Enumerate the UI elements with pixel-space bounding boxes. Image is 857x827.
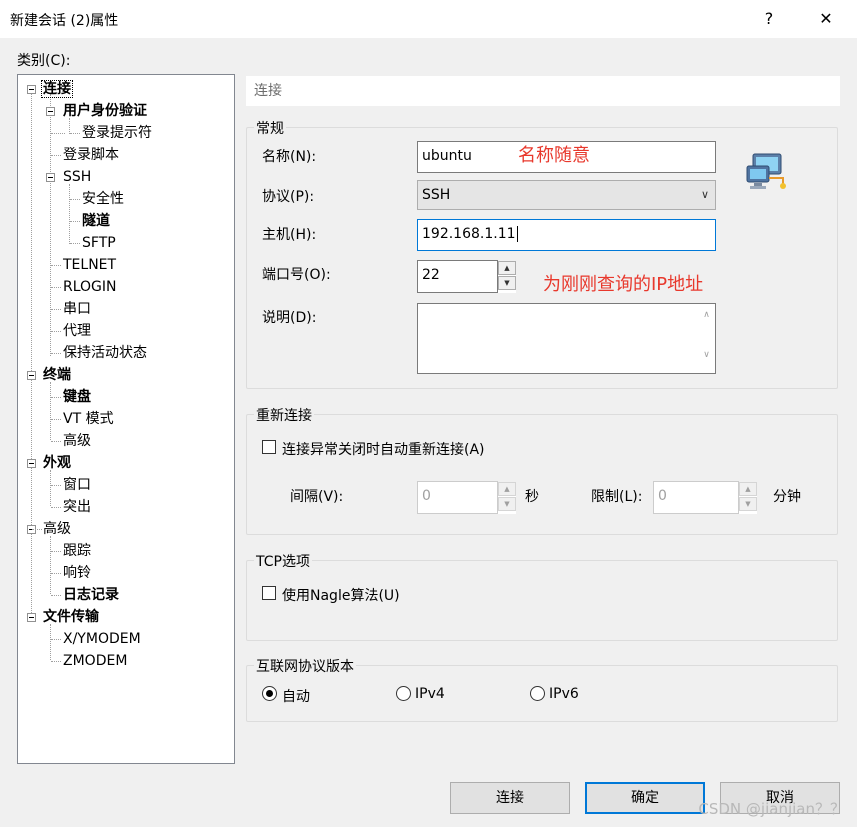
spin-up-icon[interactable]: ▲ <box>498 482 516 496</box>
ip-auto-radio[interactable] <box>262 686 277 701</box>
section-header: 连接 <box>246 76 840 106</box>
tree-item-bell[interactable]: 响铃 <box>62 563 92 583</box>
host-input[interactable]: 192.168.1.11 <box>417 219 716 251</box>
ipv4-radio[interactable] <box>396 686 411 701</box>
expander-icon[interactable] <box>27 371 36 380</box>
limit-input[interactable]: 0 <box>653 481 739 514</box>
spin-down-icon[interactable]: ▼ <box>739 497 757 511</box>
port-spinner[interactable]: ▲ ▼ <box>498 261 516 293</box>
nagle-label: 使用Nagle算法(U) <box>282 588 400 604</box>
category-tree[interactable]: 连接 用户身份验证 登录提示符 登录脚本 SSH 安全性 隧道 SFTP TEL… <box>17 74 235 764</box>
ipv6-radio[interactable] <box>530 686 545 701</box>
general-group-title: 常规 <box>254 118 286 138</box>
protocol-select-value: SSH <box>422 187 451 203</box>
close-button[interactable]: ✕ <box>811 6 841 32</box>
tree-item-ssh[interactable]: SSH <box>62 167 92 187</box>
description-textarea[interactable]: ∧ ∨ <box>417 303 716 374</box>
tcp-group-title: TCP选项 <box>254 551 312 571</box>
ipv4-label: IPv4 <box>415 686 445 702</box>
tree-item-file-transfer[interactable]: 文件传输 <box>42 607 100 627</box>
host-label: 主机(H): <box>262 227 317 243</box>
tree-item-sftp[interactable]: SFTP <box>81 233 117 253</box>
interval-label: 间隔(V): <box>290 489 344 505</box>
scroll-down-icon[interactable]: ∨ <box>698 350 715 360</box>
chevron-down-icon: ∨ <box>700 188 709 201</box>
port-annotation: 为刚刚查询的IP地址 <box>543 274 704 295</box>
help-button[interactable]: ? <box>754 6 784 32</box>
expander-icon[interactable] <box>27 459 36 468</box>
textarea-scrollbar[interactable]: ∧ ∨ <box>698 304 715 373</box>
connect-button[interactable]: 连接 <box>450 782 570 814</box>
reconnect-group-title: 重新连接 <box>254 405 314 425</box>
reconnect-group <box>246 414 838 535</box>
tree-item-terminal-advanced[interactable]: 高级 <box>62 431 92 451</box>
tree-item-rlogin[interactable]: RLOGIN <box>62 277 118 297</box>
name-annotation: 名称随意 <box>518 145 590 166</box>
ip-auto-label: 自动 <box>282 689 310 705</box>
tree-item-connection[interactable]: 连接 <box>41 79 73 99</box>
tree-item-vt-modes[interactable]: VT 模式 <box>62 409 115 429</box>
tree-item-telnet[interactable]: TELNET <box>62 255 117 275</box>
interval-unit: 秒 <box>525 489 539 505</box>
expander-icon[interactable] <box>46 107 55 116</box>
ipv6-label: IPv6 <box>549 686 579 702</box>
tree-item-appearance[interactable]: 外观 <box>42 453 72 473</box>
spin-up-icon[interactable]: ▲ <box>498 261 516 275</box>
protocol-label: 协议(P): <box>262 189 315 205</box>
tree-item-security[interactable]: 安全性 <box>81 189 125 209</box>
interval-input[interactable]: 0 <box>417 481 498 514</box>
tree-item-login-prompts[interactable]: 登录提示符 <box>81 123 153 143</box>
tree-item-terminal[interactable]: 终端 <box>42 365 72 385</box>
port-input[interactable]: 22 <box>417 260 498 293</box>
description-label: 说明(D): <box>262 310 317 326</box>
interval-spinner[interactable]: ▲ ▼ <box>498 482 516 514</box>
window-title: 新建会话 (2)属性 <box>10 13 119 29</box>
tree-item-user-auth[interactable]: 用户身份验证 <box>62 101 148 121</box>
tree-item-xymodem[interactable]: X/YMODEM <box>62 629 142 649</box>
title-bar: 新建会话 (2)属性 ? ✕ <box>0 0 857 38</box>
limit-label: 限制(L): <box>591 489 643 505</box>
name-label: 名称(N): <box>262 149 317 165</box>
tree-item-logging[interactable]: 日志记录 <box>62 585 120 605</box>
limit-spinner[interactable]: ▲ ▼ <box>739 482 757 514</box>
tree-item-login-scripts[interactable]: 登录脚本 <box>62 145 120 165</box>
tree-item-serial[interactable]: 串口 <box>62 299 92 319</box>
scroll-up-icon[interactable]: ∧ <box>698 310 715 320</box>
port-label: 端口号(O): <box>262 267 331 283</box>
spin-down-icon[interactable]: ▼ <box>498 276 516 290</box>
spin-up-icon[interactable]: ▲ <box>739 482 757 496</box>
tree-item-advanced[interactable]: 高级 <box>42 519 72 539</box>
protocol-select[interactable]: SSH ∨ <box>417 180 716 210</box>
ok-button[interactable]: 确定 <box>585 782 705 814</box>
tree-item-trace[interactable]: 跟踪 <box>62 541 92 561</box>
expander-icon[interactable] <box>27 613 36 622</box>
network-computer-icon <box>746 153 786 189</box>
limit-unit: 分钟 <box>773 489 801 505</box>
tree-item-keyboard[interactable]: 键盘 <box>62 387 92 407</box>
expander-icon[interactable] <box>46 173 55 182</box>
tree-item-highlight[interactable]: 突出 <box>62 497 92 517</box>
category-label: 类别(C): <box>17 53 71 69</box>
tree-item-tunneling[interactable]: 隧道 <box>81 211 111 231</box>
spin-down-icon[interactable]: ▼ <box>498 497 516 511</box>
tree-item-keep-alive[interactable]: 保持活动状态 <box>62 343 148 363</box>
tree-item-zmodem[interactable]: ZMODEM <box>62 651 128 671</box>
tree-item-proxy[interactable]: 代理 <box>62 321 92 341</box>
host-input-value: 192.168.1.11 <box>422 226 516 242</box>
tree-item-window[interactable]: 窗口 <box>62 475 92 495</box>
expander-icon[interactable] <box>27 85 36 94</box>
auto-reconnect-label: 连接异常关闭时自动重新连接(A) <box>282 442 485 458</box>
auto-reconnect-checkbox[interactable] <box>262 440 276 454</box>
ip-version-group-title: 互联网协议版本 <box>254 656 356 676</box>
watermark: CSDN @jianjian？？ <box>698 800 845 818</box>
nagle-checkbox[interactable] <box>262 586 276 600</box>
